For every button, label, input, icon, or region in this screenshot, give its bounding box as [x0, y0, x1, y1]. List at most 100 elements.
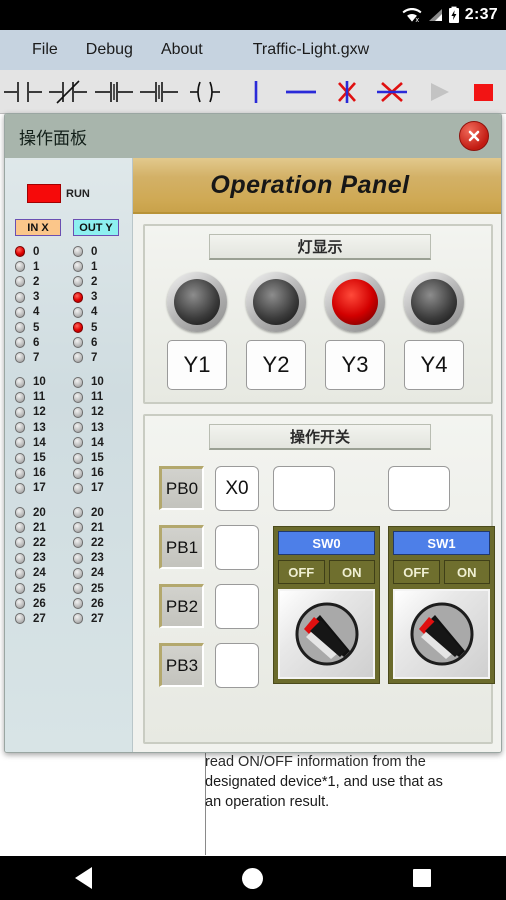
in-led[interactable]: [15, 246, 25, 258]
in-led[interactable]: [15, 261, 25, 273]
in-led[interactable]: [15, 583, 25, 595]
lamp-device-field[interactable]: Y1: [167, 340, 227, 390]
out-led[interactable]: [73, 552, 83, 564]
out-led[interactable]: [73, 337, 83, 349]
in-led[interactable]: [15, 337, 25, 349]
out-led[interactable]: [73, 352, 83, 364]
run-icon[interactable]: [415, 70, 460, 114]
battery-charging-icon: [448, 6, 460, 24]
menu-item-file[interactable]: File: [18, 41, 72, 59]
io-number: 1: [91, 260, 98, 273]
switch-on-label[interactable]: ON: [328, 560, 375, 584]
out-led[interactable]: [73, 537, 83, 549]
out-led[interactable]: [73, 406, 83, 418]
in-led[interactable]: [15, 613, 25, 625]
lamp-indicator[interactable]: [167, 272, 227, 332]
out-led[interactable]: [73, 276, 83, 288]
switch-device-field[interactable]: [388, 466, 450, 511]
device-field[interactable]: X0: [215, 466, 259, 511]
in-led[interactable]: [15, 422, 25, 434]
contact-nc-icon[interactable]: [45, 70, 90, 114]
in-led[interactable]: [15, 452, 25, 464]
contact-falling-icon[interactable]: [136, 70, 181, 114]
out-led[interactable]: [73, 246, 83, 258]
in-led[interactable]: [15, 467, 25, 479]
out-led[interactable]: [73, 522, 83, 534]
out-led[interactable]: [73, 422, 83, 434]
in-led[interactable]: [15, 598, 25, 610]
lamp-device-field[interactable]: Y4: [404, 340, 464, 390]
menu-item-about[interactable]: About: [147, 41, 217, 59]
push-button[interactable]: PB2: [159, 584, 204, 628]
in-led[interactable]: [15, 507, 25, 519]
io-number: 4: [33, 306, 40, 319]
in-led[interactable]: [15, 352, 25, 364]
contact-rising-icon[interactable]: [91, 70, 136, 114]
out-led[interactable]: [73, 437, 83, 449]
horizontal-line-icon[interactable]: [279, 70, 324, 114]
lamp-indicator[interactable]: [246, 272, 306, 332]
device-field[interactable]: [215, 643, 259, 688]
out-led[interactable]: [73, 613, 83, 625]
switch-off-label[interactable]: OFF: [393, 560, 440, 584]
stop-icon[interactable]: [461, 70, 506, 114]
in-led[interactable]: [15, 376, 25, 388]
coil-icon[interactable]: [182, 70, 227, 114]
out-led[interactable]: [73, 467, 83, 479]
vertical-line-icon[interactable]: [233, 70, 278, 114]
out-led[interactable]: [73, 452, 83, 464]
in-led[interactable]: [15, 276, 25, 288]
in-led[interactable]: [15, 567, 25, 579]
lamp-device-field[interactable]: Y3: [325, 340, 385, 390]
in-led[interactable]: [15, 322, 25, 334]
switch-on-label[interactable]: ON: [443, 560, 490, 584]
out-led[interactable]: [73, 261, 83, 273]
rotary-knob-icon[interactable]: [290, 597, 364, 671]
out-led[interactable]: [73, 306, 83, 318]
in-led[interactable]: [15, 391, 25, 403]
switch-device-field[interactable]: [273, 466, 335, 511]
home-icon[interactable]: [242, 867, 263, 889]
io-row: 13: [15, 420, 61, 435]
in-led[interactable]: [15, 306, 25, 318]
out-led[interactable]: [73, 567, 83, 579]
rotary-knob-icon[interactable]: [405, 597, 479, 671]
in-led[interactable]: [15, 537, 25, 549]
recents-icon[interactable]: [413, 869, 431, 887]
out-led[interactable]: [73, 291, 83, 303]
in-led[interactable]: [15, 291, 25, 303]
out-led[interactable]: [73, 583, 83, 595]
in-led[interactable]: [15, 522, 25, 534]
push-button[interactable]: PB1: [159, 525, 204, 569]
back-icon[interactable]: [75, 867, 92, 889]
close-icon[interactable]: [459, 121, 489, 151]
push-button[interactable]: PB3: [159, 643, 204, 687]
delete-vertical-icon[interactable]: [324, 70, 369, 114]
switch-off-label[interactable]: OFF: [278, 560, 325, 584]
lamp-device-field[interactable]: Y2: [246, 340, 306, 390]
lamp-indicator[interactable]: [404, 272, 464, 332]
device-field-row: [215, 584, 259, 643]
out-led[interactable]: [73, 376, 83, 388]
svg-text:x: x: [415, 17, 419, 23]
delete-horizontal-icon[interactable]: [370, 70, 415, 114]
in-led[interactable]: [15, 552, 25, 564]
out-led[interactable]: [73, 322, 83, 334]
out-led[interactable]: [73, 507, 83, 519]
in-led[interactable]: [15, 406, 25, 418]
out-led[interactable]: [73, 598, 83, 610]
out-led[interactable]: [73, 391, 83, 403]
device-field[interactable]: [215, 525, 259, 570]
switch-label: SW1: [393, 531, 490, 555]
io-row: 20: [73, 505, 119, 520]
contact-no-icon[interactable]: [0, 70, 45, 114]
menu-item-debug[interactable]: Debug: [72, 41, 147, 59]
operation-switch-group: 操作开关 PB0 PB1 PB2 PB3 X0 SW0 OFF ON SW1 OFF ON: [143, 414, 495, 744]
push-button[interactable]: PB0: [159, 466, 204, 510]
device-field[interactable]: [215, 584, 259, 629]
in-led[interactable]: [15, 437, 25, 449]
doc-line-3: an operation result.: [205, 794, 330, 810]
lamp-indicator[interactable]: [325, 272, 385, 332]
in-led[interactable]: [15, 482, 25, 494]
out-led[interactable]: [73, 482, 83, 494]
